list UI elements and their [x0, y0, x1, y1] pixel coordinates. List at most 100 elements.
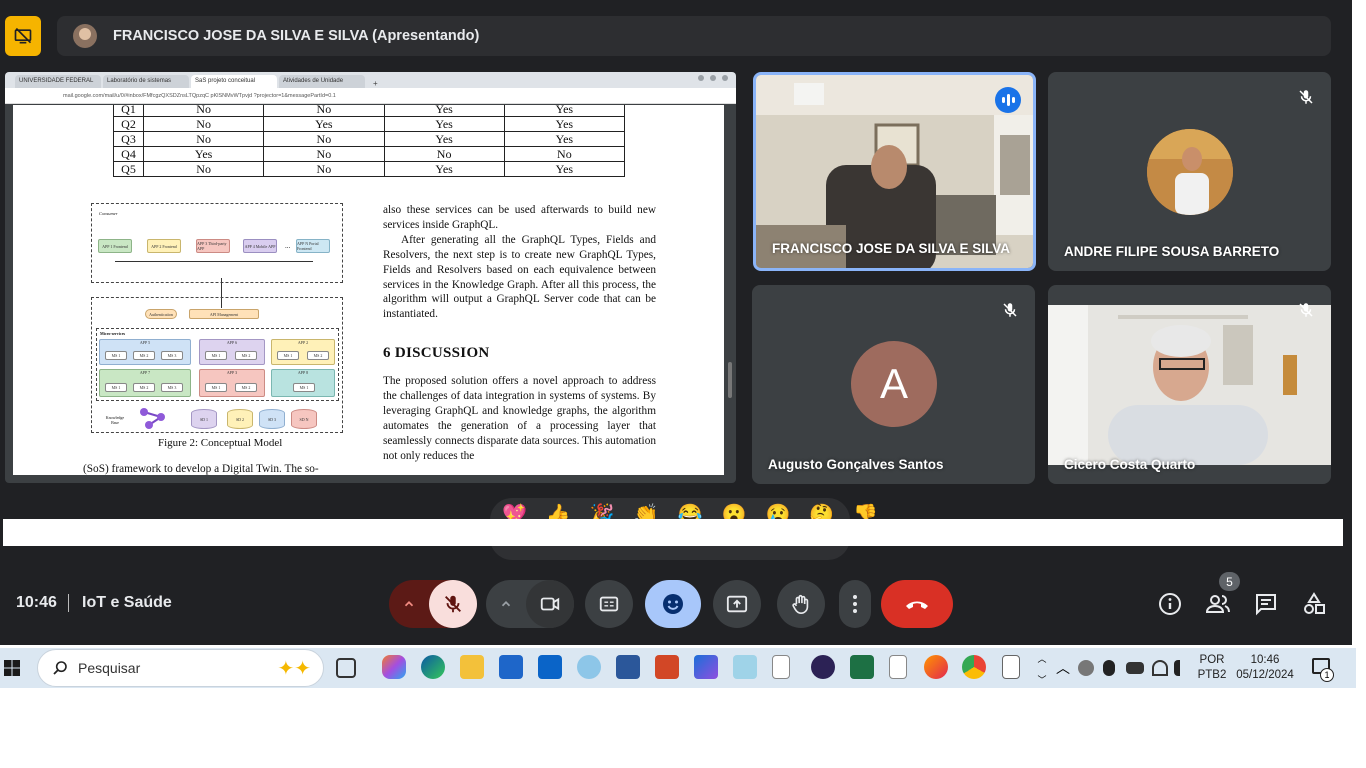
- database-icon: SD 3: [259, 409, 285, 429]
- browser-tab-active[interactable]: SaS projeto conceitual: [191, 75, 277, 88]
- language-code: POR: [1199, 654, 1225, 666]
- participant-tile[interactable]: FRANCISCO JOSE DA SILVA E SILVA: [753, 72, 1036, 271]
- paint-icon[interactable]: [577, 655, 601, 679]
- camera-toggle-button[interactable]: [526, 580, 574, 628]
- participant-tile[interactable]: ANDRE FILIPE SOUSA BARRETO: [1048, 72, 1331, 271]
- mic-toggle-button[interactable]: [429, 580, 477, 628]
- microphone-icon[interactable]: [1103, 660, 1115, 676]
- input-language[interactable]: POR PTB2: [1196, 653, 1228, 683]
- copilot-app-icon[interactable]: [694, 655, 718, 679]
- browser-tab[interactable]: Atividades de Unidade: [279, 75, 365, 88]
- browser-tab-strip: UNIVERSIDADE FEDERAL Laboratório de sist…: [5, 72, 736, 88]
- wifi-icon[interactable]: [1152, 660, 1168, 676]
- table-cell: No: [142, 161, 265, 177]
- window-controls: [698, 75, 728, 81]
- leave-call-button[interactable]: [881, 580, 953, 628]
- powerpoint-icon[interactable]: [655, 655, 679, 679]
- table-row: Q3 No No Yes Yes: [113, 131, 626, 147]
- screen-share-off-icon: [14, 27, 32, 44]
- participant-tile[interactable]: A Augusto Gonçalves Santos: [752, 285, 1035, 484]
- copilot-icon[interactable]: [382, 655, 406, 679]
- minimize-icon[interactable]: [698, 75, 704, 81]
- shared-screen[interactable]: UNIVERSIDADE FEDERAL Laboratório de sist…: [5, 72, 736, 483]
- windows-start-icon[interactable]: [4, 660, 20, 676]
- audio-options-button[interactable]: [389, 580, 429, 628]
- paragraph: The proposed solution offers a novel app…: [383, 375, 656, 462]
- meeting-title: IoT e Saúde: [82, 594, 172, 611]
- more-options-button[interactable]: [839, 580, 871, 628]
- table-cell: Yes: [503, 116, 626, 132]
- firefox-icon[interactable]: [924, 655, 948, 679]
- maximize-icon[interactable]: [710, 75, 716, 81]
- figure-caption: Figure 2: Conceptual Model: [158, 437, 283, 449]
- document-icon[interactable]: [889, 655, 907, 679]
- excel-icon[interactable]: [850, 655, 874, 679]
- raise-hand-button[interactable]: [777, 580, 825, 628]
- section-heading: 6 DISCUSSION: [383, 345, 490, 362]
- mic-off-icon: [997, 297, 1023, 323]
- notepad-icon[interactable]: [733, 655, 757, 679]
- chevron-up-icon: [501, 601, 511, 607]
- word-icon[interactable]: [616, 655, 640, 679]
- activities-button[interactable]: [1300, 590, 1328, 618]
- close-icon[interactable]: [722, 75, 728, 81]
- video-options-button[interactable]: [486, 580, 526, 628]
- captions-button[interactable]: [585, 580, 633, 628]
- participant-tile[interactable]: Cicero Costa Quarto: [1048, 285, 1331, 484]
- participant-avatar: [1147, 129, 1233, 215]
- conceptual-model-figure: Consumer APP 1 Frontend APP 2 Frontend A…: [91, 203, 343, 433]
- presenter-label: FRANCISCO JOSE DA SILVA E SILVA (Apresen…: [113, 28, 480, 44]
- table-cell: No: [142, 105, 265, 117]
- document-icon[interactable]: [772, 655, 790, 679]
- onedrive-icon[interactable]: [1078, 660, 1094, 676]
- new-tab-icon[interactable]: +: [367, 79, 384, 88]
- chevron-up-icon: [404, 601, 414, 607]
- meeting-details-button[interactable]: [1156, 590, 1184, 618]
- browser-tab[interactable]: Laboratório de sistemas: [103, 75, 189, 88]
- info-icon: [1159, 593, 1181, 615]
- taskbar-search-box[interactable]: Pesquisar ✦✦: [37, 649, 324, 687]
- participant-avatar: A: [851, 341, 937, 427]
- browser-tab[interactable]: UNIVERSIDADE FEDERAL: [15, 75, 101, 88]
- presentation-indicator[interactable]: [5, 16, 41, 56]
- app-box: APP 3 Third-party APP: [196, 239, 230, 253]
- table-cell: Q4: [113, 146, 144, 162]
- knowledge-base-label: Knowledge Base: [105, 415, 125, 425]
- people-button[interactable]: [1204, 590, 1232, 618]
- task-view-icon[interactable]: [336, 658, 356, 678]
- raise-hand-icon: [792, 594, 809, 614]
- battery-icon[interactable]: [1126, 662, 1144, 674]
- document-icon[interactable]: [1002, 655, 1020, 679]
- table-cell: Yes: [142, 146, 265, 162]
- chat-icon: [1256, 594, 1276, 616]
- system-clock[interactable]: 10:46 05/12/2024: [1232, 653, 1298, 683]
- present-screen-button[interactable]: [713, 580, 761, 628]
- search-placeholder: Pesquisar: [78, 660, 141, 676]
- table-row: Q2 No Yes Yes Yes: [113, 116, 626, 132]
- table-cell: No: [263, 146, 385, 162]
- table-cell: No: [142, 131, 265, 147]
- show-hidden-icons-chevron-icon[interactable]: ︿: [1056, 658, 1070, 678]
- eclipse-icon[interactable]: [811, 655, 835, 679]
- file-explorer-icon[interactable]: [460, 655, 484, 679]
- table-row: Q1 No No Yes Yes: [113, 105, 626, 117]
- database-icon: SD N: [291, 409, 317, 429]
- consumer-label: Consumer: [99, 211, 118, 216]
- participant-name: FRANCISCO JOSE DA SILVA E SILVA: [772, 241, 1011, 256]
- app-box: APP N Portal Frontend: [296, 239, 330, 253]
- browser-address-bar[interactable]: mail.google.com/mail/u/0/#inbox/FMfcgzQX…: [5, 88, 736, 104]
- presenter-bar: FRANCISCO JOSE DA SILVA E SILVA (Apresen…: [57, 16, 1331, 56]
- pdf-scrollbar[interactable]: [728, 362, 732, 398]
- chat-button[interactable]: [1252, 590, 1280, 618]
- chrome-icon[interactable]: [962, 655, 986, 679]
- table-cell: No: [503, 146, 626, 162]
- outlook-icon[interactable]: [538, 655, 562, 679]
- reactions-button[interactable]: [645, 580, 701, 628]
- ms-box: MS 2: [235, 351, 257, 360]
- microsoft-store-icon[interactable]: [499, 655, 523, 679]
- edge-browser-icon[interactable]: [421, 655, 445, 679]
- table-cell: Q3: [113, 131, 144, 147]
- table-cell: Yes: [383, 116, 505, 132]
- taskbar-scroll[interactable]: ︿ ﹀: [1036, 652, 1048, 686]
- volume-icon[interactable]: [1174, 660, 1190, 676]
